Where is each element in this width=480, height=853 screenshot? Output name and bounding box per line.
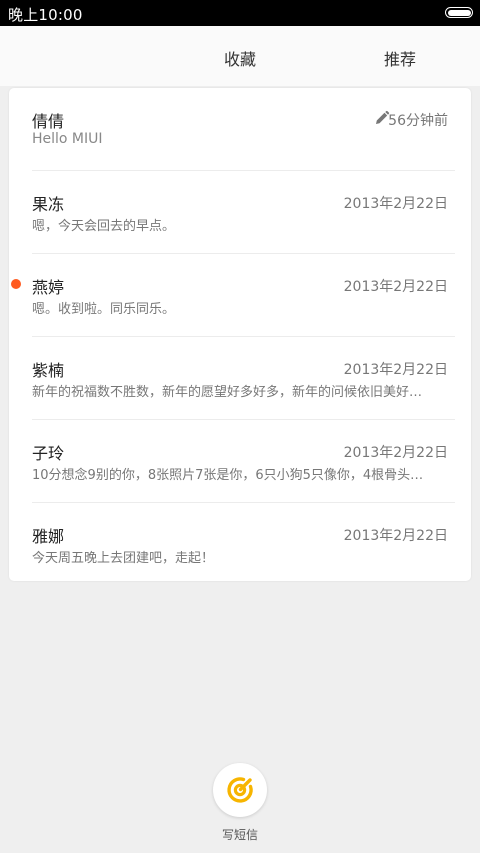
compose-label: 写短信 (221, 828, 258, 842)
message-time: 56分钟前 (388, 113, 448, 129)
contact-name: 果冻 (32, 195, 65, 214)
contact-name: 燕婷 (32, 278, 65, 297)
conversation-list: 倩倩 Hello MIUI 56分钟前 果冻 嗯，今天会回去的早点。 2013年… (9, 88, 471, 581)
tab-favorites[interactable]: 收藏 (224, 46, 256, 70)
compose-button[interactable] (213, 763, 267, 817)
message-date: 2013年2月22日 (343, 362, 448, 378)
conversation-item[interactable]: 燕婷 嗯。收到啦。同乐同乐。 2013年2月22日 (9, 254, 471, 337)
compose-icon (227, 777, 253, 803)
conversation-item[interactable]: 子玲 10分想念9别的你，8张照片7张是你，6只小狗5只像你，4根骨头… 201… (9, 420, 471, 503)
message-preview: Hello MIUI (32, 131, 103, 147)
message-preview: 新年的祝福数不胜数，新年的愿望好多好多，新年的问候依旧美好… (32, 385, 423, 400)
message-date: 2013年2月22日 (343, 528, 448, 544)
unread-indicator (11, 279, 21, 289)
status-time: 晚上10:00 (8, 6, 83, 24)
message-date: 2013年2月22日 (343, 279, 448, 295)
message-preview: 10分想念9别的你，8张照片7张是你，6只小狗5只像你，4根骨头… (32, 468, 424, 483)
message-preview: 今天周五晚上去团建吧，走起！ (32, 551, 215, 566)
message-date: 2013年2月22日 (343, 445, 448, 461)
tab-recommend[interactable]: 推荐 (384, 46, 416, 70)
contact-name: 雅娜 (32, 527, 65, 546)
message-preview: 嗯，今天会回去的早点。 (32, 219, 176, 234)
battery-icon (445, 7, 473, 18)
tab-bar: 收藏 推荐 (0, 26, 480, 86)
contact-name: 倩倩 (32, 112, 65, 131)
conversation-item[interactable]: 倩倩 Hello MIUI 56分钟前 (9, 88, 471, 171)
message-date: 2013年2月22日 (343, 196, 448, 212)
contact-name: 紫楠 (32, 361, 65, 380)
message-preview: 嗯。收到啦。同乐同乐。 (32, 302, 176, 317)
conversation-item[interactable]: 雅娜 今天周五晚上去团建吧，走起！ 2013年2月22日 (9, 503, 471, 586)
conversation-item[interactable]: 紫楠 新年的祝福数不胜数，新年的愿望好多好多，新年的问候依旧美好… 2013年2… (9, 337, 471, 420)
conversation-item[interactable]: 果冻 嗯，今天会回去的早点。 2013年2月22日 (9, 171, 471, 254)
contact-name: 子玲 (32, 444, 65, 463)
status-bar: 晚上10:00 (0, 0, 480, 26)
